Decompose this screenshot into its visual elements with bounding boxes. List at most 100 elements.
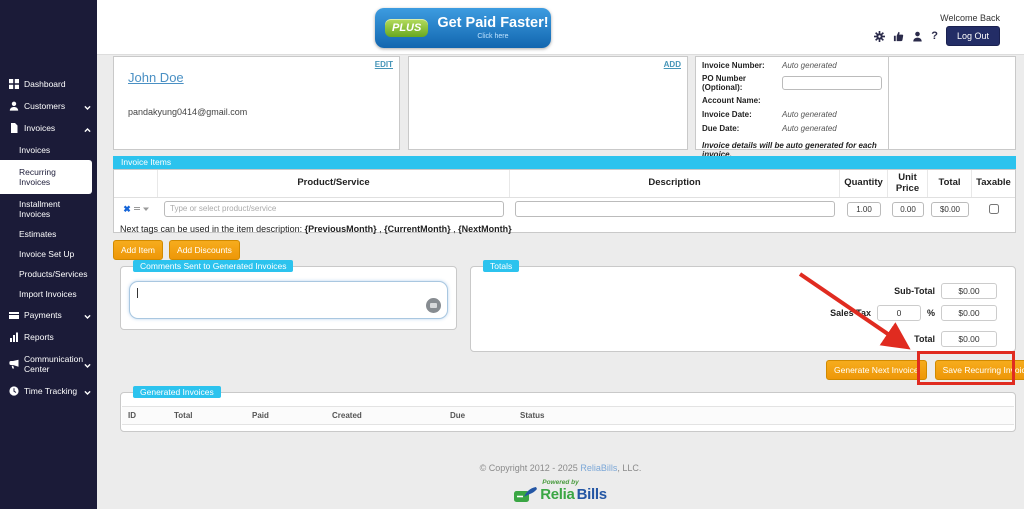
details-panel-filler xyxy=(889,56,1016,150)
comments-textarea[interactable] xyxy=(129,281,448,319)
sidebar-item-customers[interactable]: Customers xyxy=(0,95,97,117)
file-icon xyxy=(9,123,19,133)
header-icons: ? Log Out xyxy=(874,26,1000,46)
add-item-button[interactable]: Add Item xyxy=(113,240,163,260)
sidebar-subitem-recurring-invoices[interactable]: Recurring Invoices xyxy=(0,160,92,194)
tag-previous-month: {PreviousMonth} xyxy=(305,224,377,234)
thumbs-up-icon[interactable] xyxy=(893,31,904,42)
sidebar-item-dashboard[interactable]: Dashboard xyxy=(0,73,97,95)
sidebar-item-label: Communication Center xyxy=(24,354,91,374)
chevron-down-icon xyxy=(84,361,91,371)
subtotal-label: Sub-Total xyxy=(894,286,935,296)
generated-table-header-row: ID Total Paid Created Due Status xyxy=(122,407,1014,425)
add-discounts-button[interactable]: Add Discounts xyxy=(169,240,240,260)
sidebar-subitem-installment-invoices[interactable]: Installment Invoices xyxy=(0,194,97,224)
generate-next-invoice-button[interactable]: Generate Next Invoice xyxy=(826,360,927,380)
user-icon xyxy=(9,101,19,111)
sidebar-subitem-label: Estimates xyxy=(19,229,56,239)
sidebar-item-label: Invoices xyxy=(24,123,55,133)
sidebar-subitem-import-invoices[interactable]: Import Invoices xyxy=(0,284,97,304)
totals-section-title: Totals xyxy=(483,260,519,272)
unit-price-input[interactable] xyxy=(892,202,924,217)
col-description: Description xyxy=(510,170,840,197)
description-input[interactable] xyxy=(515,201,835,217)
logout-button[interactable]: Log Out xyxy=(946,26,1000,46)
product-service-input[interactable] xyxy=(164,201,504,217)
sales-tax-input[interactable] xyxy=(941,305,997,321)
sidebar: Dashboard Customers Invoices Invoices Re… xyxy=(0,0,97,509)
delete-item-icon[interactable]: ✖ xyxy=(123,204,131,215)
generated-invoices-title: Generated Invoices xyxy=(133,386,221,398)
chevron-up-icon xyxy=(84,125,91,135)
bar-chart-icon xyxy=(9,332,19,342)
logo-text-bills: Bills xyxy=(577,486,607,503)
banner-title: Get Paid Faster! xyxy=(437,16,548,31)
account-name-label: Account Name: xyxy=(702,96,782,105)
taxable-checkbox[interactable] xyxy=(989,204,999,214)
line-total-input[interactable] xyxy=(931,202,969,217)
sidebar-item-payments[interactable]: Payments xyxy=(0,304,97,326)
sidebar-subitem-label: Invoices xyxy=(19,145,50,155)
gear-icon[interactable] xyxy=(874,31,885,42)
chevron-down-icon xyxy=(84,103,91,113)
chevron-down-icon xyxy=(84,312,91,322)
edit-customer-link[interactable]: EDIT xyxy=(375,60,393,69)
total-input[interactable] xyxy=(941,331,997,347)
invoice-details-panel: Invoice Number: Auto generated PO Number… xyxy=(695,56,889,150)
sidebar-subitem-products-services[interactable]: Products/Services xyxy=(0,264,97,284)
welcome-text: Welcome Back xyxy=(940,13,1000,23)
invoice-number-label: Invoice Number: xyxy=(702,61,782,70)
tag-current-month: {CurrentMonth} xyxy=(384,224,451,234)
quantity-input[interactable] xyxy=(847,202,881,217)
col-total: Total xyxy=(168,407,246,425)
comments-section-title: Comments Sent to Generated Invoices xyxy=(133,260,293,272)
sidebar-subitem-estimates[interactable]: Estimates xyxy=(0,224,97,244)
due-date-value: Auto generated xyxy=(782,124,837,133)
subtotal-input[interactable] xyxy=(941,283,997,299)
sidebar-item-label: Dashboard xyxy=(24,79,66,89)
sidebar-item-communication-center[interactable]: Communication Center xyxy=(0,348,97,380)
totals-section: Totals Sub-Total Sales Tax % Total xyxy=(470,266,1016,352)
clock-icon xyxy=(9,386,19,396)
sidebar-subitem-label: Installment Invoices xyxy=(19,199,60,219)
po-number-input[interactable] xyxy=(782,76,882,90)
col-created: Created xyxy=(326,407,444,425)
get-paid-faster-banner[interactable]: PLUS Get Paid Faster! Click here xyxy=(375,8,551,48)
help-icon[interactable]: ? xyxy=(931,30,938,42)
sidebar-subitem-label: Invoice Set Up xyxy=(19,249,74,259)
chevron-down-icon xyxy=(84,388,91,398)
invoice-items-table: Product/Service Description Quantity Uni… xyxy=(113,169,1016,233)
invoice-items-header: Invoice Items xyxy=(113,156,1016,169)
sidebar-item-label: Customers xyxy=(24,101,65,111)
reliabills-logo: ReliaBills xyxy=(97,486,1024,503)
banner-subtitle[interactable]: Click here xyxy=(477,33,508,40)
sidebar-item-label: Payments xyxy=(24,310,62,320)
sidebar-item-reports[interactable]: Reports xyxy=(0,326,97,348)
add-recipient-link[interactable]: ADD xyxy=(664,60,681,69)
reliabills-link[interactable]: ReliaBills xyxy=(580,463,617,473)
save-recurring-invoice-button[interactable]: Save Recurring Invoice xyxy=(935,360,1024,380)
chevron-down-icon[interactable] xyxy=(143,206,149,212)
sidebar-subitem-invoices[interactable]: Invoices xyxy=(0,140,97,160)
user-icon[interactable] xyxy=(912,31,923,42)
emoji-picker-icon[interactable] xyxy=(426,298,441,313)
drag-handle-icon[interactable] xyxy=(134,206,140,212)
tag-next-month: {NextMonth} xyxy=(458,224,512,234)
megaphone-icon xyxy=(9,359,19,369)
invoice-number-value: Auto generated xyxy=(782,61,837,70)
col-total: Total xyxy=(928,170,972,197)
invoice-date-value: Auto generated xyxy=(782,110,837,119)
sidebar-item-time-tracking[interactable]: Time Tracking xyxy=(0,380,97,402)
col-status: Status xyxy=(514,407,1014,425)
sidebar-subitem-label: Products/Services xyxy=(19,269,88,279)
sales-tax-rate-input[interactable] xyxy=(877,305,921,321)
invoice-date-label: Invoice Date: xyxy=(702,110,782,119)
col-product-service: Product/Service xyxy=(158,170,510,197)
customer-name-link[interactable]: John Doe xyxy=(128,70,184,85)
generated-invoices-table: ID Total Paid Created Due Status xyxy=(122,406,1014,425)
text-cursor xyxy=(137,288,138,298)
generated-invoices-section: Generated Invoices ID Total Paid Created… xyxy=(120,392,1016,432)
sidebar-item-invoices[interactable]: Invoices xyxy=(0,117,97,139)
sidebar-subitem-invoice-setup[interactable]: Invoice Set Up xyxy=(0,244,97,264)
col-due: Due xyxy=(444,407,514,425)
